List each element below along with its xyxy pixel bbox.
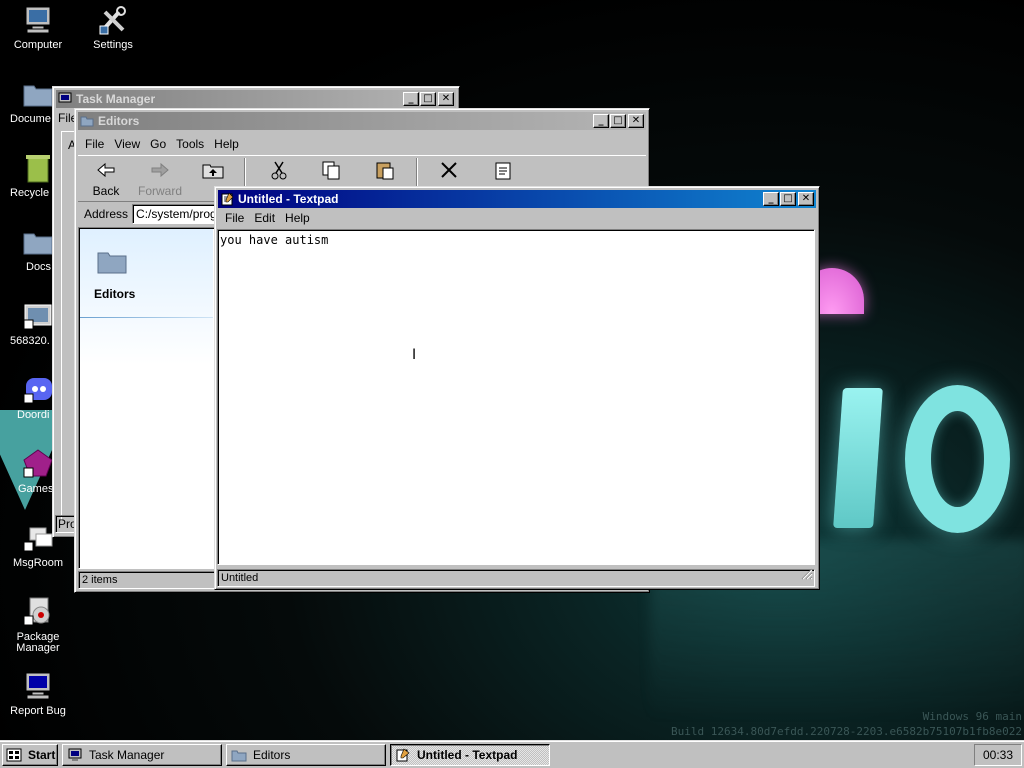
explorer-statusbar: 2 items	[78, 571, 218, 589]
task-manager-title: Task Manager	[76, 92, 156, 106]
wallpaper-digit-1	[833, 388, 883, 528]
desktop-icon-label: Package Manager	[16, 631, 60, 654]
textpad-menubar: File Edit Help	[218, 208, 816, 228]
close-button[interactable]: ✕	[798, 192, 814, 206]
desktop-icon-label: Settings	[93, 39, 133, 51]
close-button[interactable]: ✕	[628, 114, 644, 128]
forward-button[interactable]: Forward	[136, 160, 184, 198]
build-info: Windows 96 main Build 12634.80d7efdd.220…	[671, 709, 1022, 739]
explorer-sidebar: Editors	[80, 229, 213, 567]
menu-go[interactable]: Go	[145, 137, 171, 151]
minimize-button[interactable]: _	[403, 92, 419, 106]
properties-icon	[491, 160, 515, 180]
taskbar-item-label: Untitled - Textpad	[417, 747, 518, 762]
minimize-button[interactable]: _	[763, 192, 779, 206]
explorer-menubar: File View Go Tools Help	[78, 134, 646, 154]
up-folder-icon	[201, 160, 225, 180]
task-manager-icon	[67, 748, 83, 762]
editor-content: you have autism	[220, 233, 329, 247]
games-icon	[22, 448, 54, 480]
menu-file[interactable]: File	[80, 137, 109, 151]
desktop-icon-computer[interactable]: Computer	[0, 4, 76, 51]
taskbar-item-task-manager[interactable]: Task Manager	[62, 743, 222, 766]
minimize-button[interactable]: _	[593, 114, 609, 128]
properties-button[interactable]	[490, 160, 516, 184]
folder-icon	[96, 245, 128, 280]
cut-button[interactable]	[266, 160, 292, 184]
status-text: Untitled	[221, 572, 259, 584]
taskbar-clock[interactable]: 00:33	[974, 743, 1022, 766]
menu-file[interactable]: File	[220, 211, 249, 225]
report-bug-icon	[22, 670, 54, 702]
menu-tools[interactable]: Tools	[171, 137, 209, 151]
task-manager-titlebar[interactable]: Task Manager _ □ ✕	[56, 90, 456, 108]
menu-view[interactable]: View	[109, 137, 145, 151]
image-file-icon	[22, 300, 54, 332]
close-button[interactable]: ✕	[438, 92, 454, 106]
back-arrow-icon	[94, 160, 118, 180]
computer-icon	[22, 4, 54, 36]
delete-x-icon	[437, 160, 461, 180]
recycle-bin-icon	[22, 152, 54, 184]
taskbar-item-label: Task Manager	[89, 747, 165, 762]
desktop-icon-label: MsgRoom	[12, 557, 64, 569]
paste-button[interactable]	[372, 160, 398, 184]
desktop-icon-report-bug[interactable]: Report Bug	[0, 670, 76, 717]
discord-icon	[22, 374, 54, 406]
taskbar-item-editors[interactable]: Editors	[226, 743, 386, 766]
build-info-line1: Windows 96 main	[922, 710, 1022, 723]
back-button[interactable]: Back	[84, 160, 128, 198]
menu-edit[interactable]: Edit	[249, 211, 280, 225]
taskbar-item-label: Editors	[253, 747, 291, 762]
scissors-icon	[267, 160, 291, 180]
folder-icon	[22, 226, 54, 258]
package-manager-icon	[22, 596, 54, 628]
menu-help[interactable]: Help	[209, 137, 244, 151]
textpad-title: Untitled - Textpad	[238, 192, 339, 206]
start-button[interactable]: Start	[2, 743, 58, 766]
desktop-icon-label: Computer	[13, 39, 63, 51]
maximize-button[interactable]: □	[610, 114, 626, 128]
desktop-icon-label: Report Bug	[10, 705, 66, 717]
forward-label: Forward	[137, 184, 182, 198]
explorer-title: Editors	[98, 114, 140, 128]
folder-icon	[22, 78, 54, 110]
build-info-line2: Build 12634.80d7efdd.220728-2203.e6582b7…	[671, 725, 1022, 738]
paste-icon	[373, 160, 397, 180]
start-label: Start	[28, 747, 56, 762]
wallpaper-digit-0	[905, 385, 1010, 533]
textpad-titlebar[interactable]: Untitled - Textpad _ □ ✕	[218, 190, 816, 208]
desktop-icon-settings[interactable]: Settings	[75, 4, 151, 51]
back-label: Back	[92, 184, 120, 198]
status-text: 2 items	[82, 574, 118, 586]
forward-arrow-icon	[148, 160, 172, 180]
taskbar-item-textpad[interactable]: Untitled - Textpad	[390, 743, 550, 766]
desktop: Windows 96 main Build 12634.80d7efdd.220…	[0, 0, 1024, 740]
address-label: Address	[84, 206, 129, 221]
folder-icon	[231, 748, 247, 762]
task-manager-icon	[58, 92, 72, 106]
copy-icon	[319, 160, 343, 180]
notepad-icon	[395, 748, 411, 762]
text-editor-area[interactable]: you have autism	[217, 229, 815, 565]
copy-button[interactable]	[318, 160, 344, 184]
desktop-icon-package-manager[interactable]: Package Manager	[0, 596, 76, 654]
delete-button[interactable]	[436, 160, 462, 184]
textpad-statusbar: Untitled	[217, 568, 815, 587]
maximize-button[interactable]: □	[420, 92, 436, 106]
sidebar-divider	[80, 317, 213, 318]
textpad-window[interactable]: Untitled - Textpad _ □ ✕ File Edit Help …	[214, 186, 820, 590]
notepad-icon	[220, 192, 234, 206]
folder-icon	[80, 114, 94, 128]
maximize-button[interactable]: □	[780, 192, 796, 206]
menu-help[interactable]: Help	[280, 211, 315, 225]
start-logo-icon	[6, 748, 22, 762]
resize-grip-icon[interactable]	[801, 568, 813, 585]
msgroom-icon	[22, 522, 54, 554]
settings-tools-icon	[97, 4, 129, 36]
explorer-titlebar[interactable]: Editors _ □ ✕	[78, 112, 646, 130]
sidebar-title: Editors	[94, 287, 136, 301]
taskbar: Start Task Manager Editors Untitled - Te…	[0, 740, 1024, 768]
text-cursor-icon: I	[412, 347, 417, 363]
